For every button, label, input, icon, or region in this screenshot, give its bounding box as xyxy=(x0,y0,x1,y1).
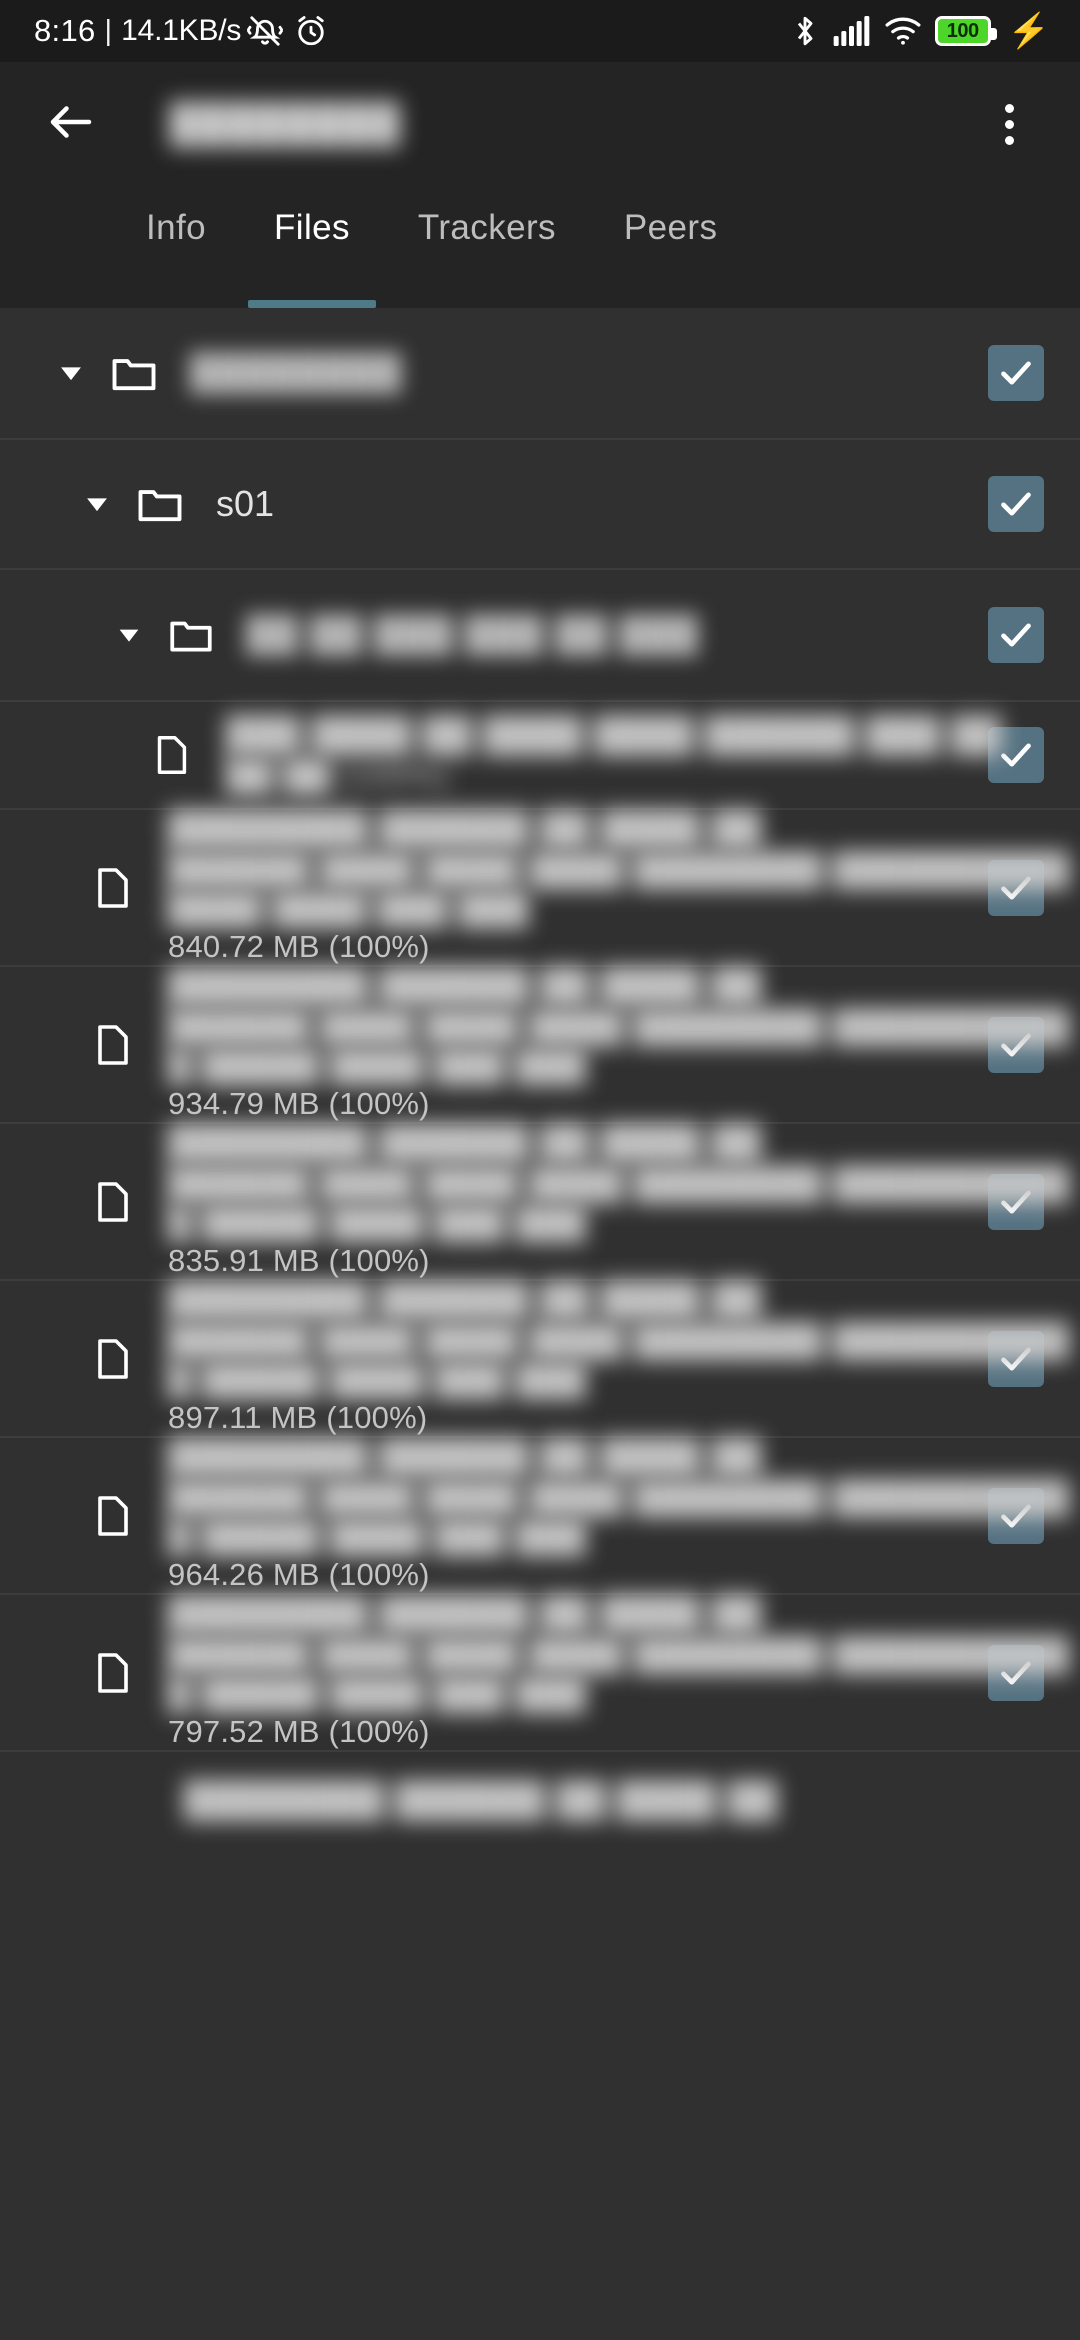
file-name: ████████ ██████ ██ ████ ██ xyxy=(168,1124,762,1162)
folder-name: s01 xyxy=(216,483,275,524)
tab-peers[interactable]: Peers xyxy=(590,186,751,308)
status-bar-right: 100 ⚡ xyxy=(790,13,1050,49)
page-title: ████████ xyxy=(108,103,974,146)
file-size: 897.11 MB (100%) xyxy=(168,1400,428,1435)
phone-screen: 8:16 | 14.1KB/s 100 ⚡ ████████ Info File… xyxy=(0,0,1080,2340)
wifi-icon xyxy=(884,16,922,46)
file-name-line2: ██████ ████ ████ ████ ████████ █████████… xyxy=(168,1479,1070,1515)
table-row[interactable]: ████████ ██████ ██ ████ ██ ██████ ████ █… xyxy=(0,1281,1080,1438)
file-icon xyxy=(88,864,136,912)
file-name: ████████ ██████ ██ ████ ██ xyxy=(184,1780,778,1819)
file-icon xyxy=(88,1492,136,1540)
bell-mute-icon xyxy=(247,13,284,49)
file-name-line2: ██████ ████ ████ ████ ████████ █████████… xyxy=(168,1636,1070,1672)
back-button[interactable] xyxy=(34,87,108,161)
file-name-line3: █ █████ ████ ███ ███ xyxy=(168,1675,587,1711)
bluetooth-icon xyxy=(790,13,820,49)
file-size: 934.79 MB (100%) xyxy=(168,1086,430,1121)
torrent-title-text: ████████ xyxy=(170,102,402,145)
file-icon xyxy=(148,732,194,778)
file-icon xyxy=(88,1178,136,1226)
status-bar: 8:16 | 14.1KB/s 100 ⚡ xyxy=(0,0,1080,62)
file-name: ███ ████ ██ ████ ████ ██████ ███ ██ xyxy=(226,716,1002,754)
file-size: 797.52 MB (100%) xyxy=(168,1714,430,1749)
overflow-menu-button[interactable] xyxy=(974,87,1044,161)
file-tree-list[interactable]: ████████ s01 ██ ██ ███ ███ ██ ███ ███ ██… xyxy=(0,308,1080,2340)
file-name-line2: ██████ ████ ████ ████ ████████ █████████… xyxy=(168,1008,1070,1044)
file-name-line3: █ █████ ████ ███ ███ xyxy=(168,1361,587,1397)
battery-level-text: 100 xyxy=(946,19,979,42)
tab-bar: Info Files Trackers Peers xyxy=(0,186,1080,308)
overflow-menu-icon xyxy=(1004,103,1014,145)
row-checkbox[interactable] xyxy=(988,345,1044,401)
file-size: ██ ██ (100%) xyxy=(226,757,450,793)
file-name-line2: ██████ ████ ████ ████ ████████ █████████… xyxy=(168,1165,1070,1201)
row-checkbox[interactable] xyxy=(988,476,1044,532)
table-row[interactable]: ████████ ██████ ██ ████ ██ ██████ ████ █… xyxy=(0,1438,1080,1595)
file-name: ████████ ██████ ██ ████ ██ xyxy=(168,967,762,1005)
tab-trackers-label: Trackers xyxy=(417,208,556,247)
folder-icon xyxy=(166,610,216,660)
file-name: ████████ ██████ ██ ████ ██ xyxy=(168,1281,762,1319)
tab-peers-label: Peers xyxy=(623,208,718,247)
table-row[interactable]: ████████ ██████ ██ ████ ██ ██████ ████ █… xyxy=(0,1595,1080,1752)
file-name-line2: ██████ ████ ████ ████ ████████ █████████… xyxy=(168,1322,1070,1358)
file-name: ████████ ██████ ██ ████ ██ xyxy=(168,810,762,848)
network-speed-text: 14.1KB/s xyxy=(121,14,242,47)
file-icon xyxy=(88,1649,136,1697)
table-row[interactable]: ███ ████ ██ ████ ████ ██████ ███ ██ ██ █… xyxy=(0,702,1080,810)
folder-name: ████████ xyxy=(190,352,403,393)
status-bar-left: 8:16 | 14.1KB/s xyxy=(34,13,329,49)
alarm-clock-icon xyxy=(293,13,329,49)
file-name: ████████ ██████ ██ ████ ██ xyxy=(168,1595,762,1633)
cellular-signal-icon xyxy=(833,16,871,46)
file-name-line3: █ █████ ████ ███ ███ xyxy=(168,1047,587,1083)
folder-icon xyxy=(134,478,186,530)
table-row[interactable]: ████████ ██████ ██ ████ ██ xyxy=(0,1752,1080,1848)
table-row[interactable]: s01 xyxy=(0,440,1080,570)
table-row[interactable]: ████████ ██████ ██ ████ ██ ██████ ████ █… xyxy=(0,1124,1080,1281)
app-bar: ████████ xyxy=(0,62,1080,186)
table-row[interactable]: ██ ██ ███ ███ ██ ███ xyxy=(0,570,1080,702)
table-row[interactable]: ████████ ██████ ██ ████ ██ ██████ ████ █… xyxy=(0,810,1080,967)
file-size: 835.91 MB (100%) xyxy=(168,1243,430,1278)
tab-info[interactable]: Info xyxy=(112,186,240,308)
table-row[interactable]: ████████ xyxy=(0,308,1080,440)
tab-info-label: Info xyxy=(146,208,206,247)
battery-indicator: 100 xyxy=(934,16,997,46)
table-row[interactable]: ████████ ██████ ██ ████ ██ ██████ ████ █… xyxy=(0,967,1080,1124)
status-separator: | xyxy=(104,14,113,47)
file-size: 840.72 MB (100%) xyxy=(168,929,430,964)
file-icon xyxy=(88,1021,136,1069)
folder-icon xyxy=(108,347,160,399)
file-name: ████████ ██████ ██ ████ ██ xyxy=(168,1438,762,1476)
back-arrow-icon xyxy=(44,95,98,154)
file-size: 964.26 MB (100%) xyxy=(168,1557,430,1592)
file-name-line3: ████ ████ ███ ███ xyxy=(168,890,530,926)
file-name-line3: █ █████ ████ ███ ███ xyxy=(168,1204,587,1240)
file-name-line3: █ █████ ████ ███ ███ xyxy=(168,1518,587,1554)
tab-files-label: Files xyxy=(273,208,350,247)
folder-name: ██ ██ ███ ███ ██ ███ xyxy=(246,614,699,655)
file-name-line2: ██████ ████ ████ ████ ████████ █████████… xyxy=(168,851,1070,887)
row-checkbox[interactable] xyxy=(988,607,1044,663)
status-clock: 8:16 xyxy=(34,13,96,48)
caret-down-icon[interactable] xyxy=(106,612,152,658)
charging-bolt-icon: ⚡ xyxy=(1007,12,1050,50)
tab-files[interactable]: Files xyxy=(240,186,384,308)
tab-active-indicator xyxy=(247,300,376,308)
file-icon xyxy=(88,1335,136,1383)
tab-trackers[interactable]: Trackers xyxy=(384,186,590,308)
caret-down-icon[interactable] xyxy=(74,481,120,527)
caret-down-icon[interactable] xyxy=(48,350,94,396)
